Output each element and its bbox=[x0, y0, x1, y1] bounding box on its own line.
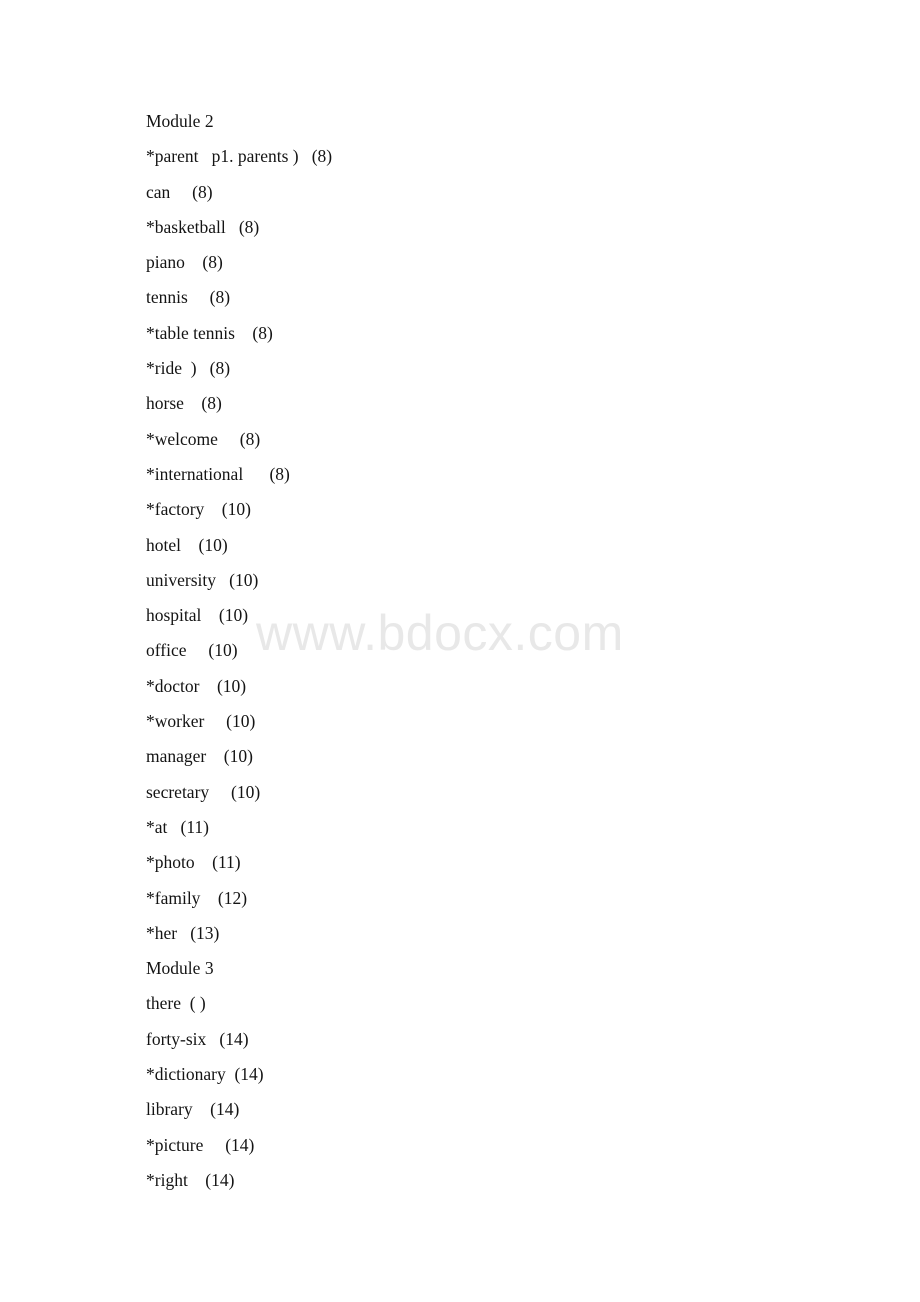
document-line: hospital (10) bbox=[146, 605, 249, 626]
document-line: horse (8) bbox=[146, 393, 222, 414]
document-page: www.bdocx.com Module 2 *parent p1. parent… bbox=[0, 0, 920, 1302]
document-line: *dictionary (14) bbox=[146, 1064, 264, 1085]
document-line: Module 3 bbox=[146, 958, 214, 979]
document-line: *photo (11) bbox=[146, 852, 241, 873]
document-line: *doctor (10) bbox=[146, 675, 247, 696]
document-line: tennis (8) bbox=[146, 287, 231, 308]
document-line: *factory (10) bbox=[146, 499, 251, 520]
document-line: *welcome (8) bbox=[146, 428, 261, 449]
document-line: manager (10) bbox=[146, 746, 253, 767]
document-line: secretary (10) bbox=[146, 781, 261, 802]
document-line: there ( ) bbox=[146, 993, 206, 1014]
document-line: *at (11) bbox=[146, 816, 210, 837]
document-line: *picture (14) bbox=[146, 1134, 255, 1155]
document-line: *right (14) bbox=[146, 1169, 235, 1190]
document-line: hotel (10) bbox=[146, 534, 228, 555]
document-line: *international (8) bbox=[146, 463, 290, 484]
document-line: Module 2 bbox=[146, 111, 214, 131]
document-line: *table tennis (8) bbox=[146, 322, 273, 343]
document-line: *worker (10) bbox=[146, 711, 256, 732]
document-line: *ride ) (8) bbox=[146, 358, 231, 379]
document-line: library (14) bbox=[146, 1099, 240, 1120]
document-line: piano (8) bbox=[146, 252, 223, 273]
document-line: *family (12) bbox=[146, 887, 248, 908]
document-line: *basketball (8) bbox=[146, 216, 260, 237]
document-line: forty-six (14) bbox=[146, 1028, 249, 1049]
document-line: *her (13) bbox=[146, 922, 220, 943]
vocabulary-line-list: Module 2 *parent p1. parents ) (8) can (8)… bbox=[146, 104, 846, 1198]
document-line: office (10) bbox=[146, 640, 238, 661]
document-line: *parent p1. parents ) (8) bbox=[146, 146, 333, 167]
document-line: can (8) bbox=[146, 181, 213, 202]
document-line: university (10) bbox=[146, 569, 259, 590]
